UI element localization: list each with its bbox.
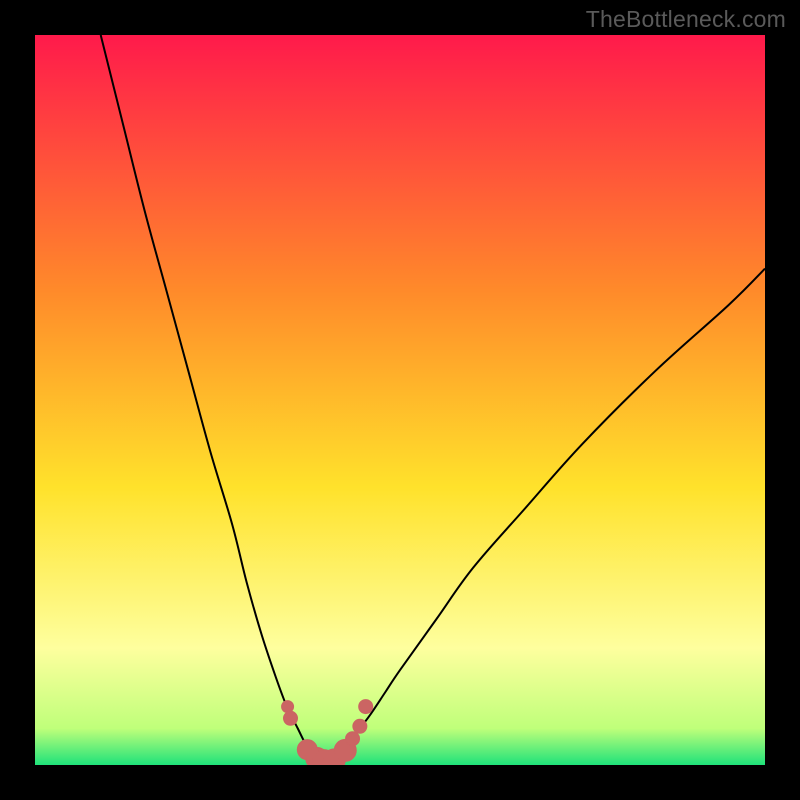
curve-right-branch: [336, 269, 765, 762]
watermark-text: TheBottleneck.com: [586, 6, 786, 33]
plot-area: [35, 35, 765, 765]
highlight-marker: [353, 719, 367, 733]
curve-group: [101, 35, 765, 763]
highlight-marker: [284, 711, 298, 725]
chart-frame: TheBottleneck.com: [0, 0, 800, 800]
marker-group: [282, 700, 373, 765]
curve-left-branch: [101, 35, 319, 761]
highlight-marker: [282, 701, 294, 713]
curve-layer: [35, 35, 765, 765]
highlight-marker: [346, 732, 360, 746]
highlight-marker: [359, 700, 373, 714]
